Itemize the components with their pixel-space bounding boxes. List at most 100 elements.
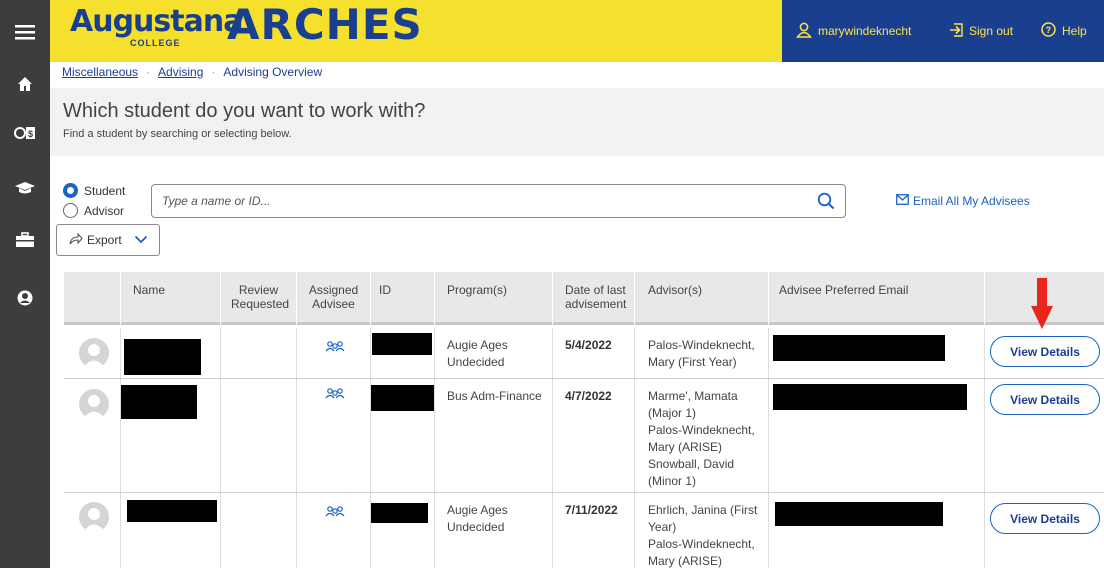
financial-icon[interactable]: $ — [0, 115, 50, 151]
user-menu[interactable]: marywindeknecht — [796, 0, 911, 62]
advisor-line: Mary (ARISE) — [648, 554, 723, 568]
college-logo-word: Augustana — [70, 4, 243, 39]
chevron-down-icon — [134, 233, 148, 247]
table-row: Augie Ages Undecided 5/4/2022 Palos-Wind… — [64, 328, 1104, 379]
radio-advisor-indicator[interactable] — [63, 203, 78, 218]
group-icon — [325, 340, 345, 357]
advisor-line: Mary (ARISE) — [648, 440, 723, 454]
id-cell — [370, 493, 434, 568]
redacted-name — [127, 500, 217, 522]
assigned-advisee-cell — [296, 493, 370, 568]
advisor-line: (Major 1) — [648, 406, 697, 420]
last-advisement-date: 5/4/2022 — [565, 338, 612, 352]
sign-out-label: Sign out — [969, 24, 1014, 38]
breadcrumb-separator: · — [146, 65, 151, 79]
sign-out-button[interactable]: Sign out — [949, 0, 1013, 62]
last-advisement-date: 7/11/2022 — [565, 503, 618, 517]
programs-cell: Augie Ages Undecided — [434, 328, 552, 378]
graduation-cap-icon[interactable] — [0, 170, 50, 206]
redacted-id — [371, 385, 434, 411]
username: marywindeknecht — [818, 24, 912, 38]
programs-cell: Bus Adm-Finance — [434, 379, 552, 492]
share-icon — [69, 232, 83, 248]
search-icon[interactable] — [817, 192, 835, 213]
review-requested-cell — [220, 379, 296, 492]
table-row: Bus Adm-Finance 4/7/2022 Marme', Mamata … — [64, 379, 1104, 493]
avatar — [79, 389, 109, 419]
menu-icon[interactable] — [0, 14, 50, 50]
programs-cell: Augie Ages Undecided — [434, 493, 552, 568]
date-cell: 4/7/2022 — [552, 379, 634, 492]
assigned-advisee-cell — [296, 379, 370, 492]
avatar-cell — [64, 493, 120, 568]
advisors-cell: Marme', Mamata (Major 1) Palos-Windeknec… — [634, 379, 768, 492]
envelope-icon — [896, 194, 909, 208]
briefcase-icon[interactable] — [0, 222, 50, 258]
column-header-review-requested[interactable]: Review Requested — [220, 272, 296, 325]
breadcrumb-separator: · — [211, 65, 216, 79]
avatar-cell — [64, 328, 120, 378]
page-title: Which student do you want to work with? — [63, 100, 426, 122]
view-details-button[interactable]: View Details — [990, 503, 1100, 534]
advisor-line: Year) — [648, 520, 677, 534]
export-button[interactable]: Export — [56, 224, 160, 256]
last-advisement-date: 4/7/2022 — [565, 389, 612, 403]
email-cell — [768, 379, 984, 492]
user-circle-icon[interactable] — [0, 280, 50, 316]
column-header-id[interactable]: ID — [370, 272, 434, 325]
user-icon — [796, 22, 812, 41]
avatar-cell — [64, 379, 120, 492]
program-name: Bus Adm-Finance — [447, 389, 542, 403]
program-name: Undecided — [447, 355, 505, 369]
help-button[interactable]: ? Help — [1041, 0, 1087, 62]
breadcrumb-advising[interactable]: Advising — [158, 65, 203, 79]
column-header-advisors[interactable]: Advisor(s) — [634, 272, 768, 325]
redacted-name — [124, 339, 201, 375]
redacted-name — [121, 385, 197, 419]
sign-out-icon — [949, 22, 963, 40]
name-cell — [120, 328, 220, 378]
table-header: Name Review Requested Assigned Advisee I… — [64, 272, 1104, 325]
radio-advisor[interactable]: Advisor — [63, 203, 124, 218]
name-cell — [120, 493, 220, 568]
column-header-date-of-last-advisement[interactable]: Date of last advisement — [552, 272, 634, 325]
advisor-line: Palos-Windeknecht, — [648, 423, 755, 437]
view-details-button[interactable]: View Details — [990, 336, 1100, 367]
email-all-advisees-link[interactable]: Email All My Advisees — [896, 194, 1030, 208]
advisors-cell: Palos-Windeknecht, Mary (First Year) — [634, 328, 768, 378]
export-label: Export — [87, 233, 122, 247]
help-label: Help — [1062, 24, 1087, 38]
advisor-line: Palos-Windeknecht, — [648, 338, 755, 352]
assigned-advisee-cell — [296, 328, 370, 378]
header: Augustana COLLEGE ARCHES marywindeknecht… — [50, 0, 1104, 62]
svg-text:?: ? — [1046, 25, 1052, 35]
view-details-button[interactable]: View Details — [990, 384, 1100, 415]
svg-text:$: $ — [28, 129, 33, 139]
redacted-email — [775, 502, 943, 526]
breadcrumb-miscellaneous[interactable]: Miscellaneous — [62, 65, 138, 79]
column-header-programs[interactable]: Program(s) — [434, 272, 552, 325]
redacted-email — [773, 335, 945, 361]
avatar — [79, 338, 109, 368]
avatar — [79, 502, 109, 532]
program-name: Augie Ages — [447, 338, 508, 352]
column-header-assigned-advisee[interactable]: Assigned Advisee — [296, 272, 370, 325]
column-header-preferred-email[interactable]: Advisee Preferred Email — [768, 272, 984, 325]
search-input[interactable] — [162, 192, 802, 210]
advisor-line: Ehrlich, Janina (First — [648, 503, 758, 517]
radio-student[interactable]: Student — [63, 183, 125, 198]
review-requested-cell — [220, 328, 296, 378]
radio-advisor-label: Advisor — [84, 203, 125, 218]
id-cell — [370, 328, 434, 378]
email-all-label: Email All My Advisees — [913, 194, 1030, 208]
help-icon: ? — [1041, 22, 1056, 40]
advisor-line: Mary (First Year) — [648, 355, 737, 369]
page-subtitle: Find a student by searching or selecting… — [63, 128, 292, 140]
home-icon[interactable] — [0, 66, 50, 102]
redacted-id — [371, 503, 428, 523]
column-header-name[interactable]: Name — [120, 272, 220, 325]
radio-student-indicator[interactable] — [63, 183, 78, 198]
user-bar: marywindeknecht Sign out ? Help — [782, 0, 1104, 62]
advisor-line: Marme', Mamata — [648, 389, 738, 403]
annotation-arrow-icon — [1031, 278, 1053, 333]
